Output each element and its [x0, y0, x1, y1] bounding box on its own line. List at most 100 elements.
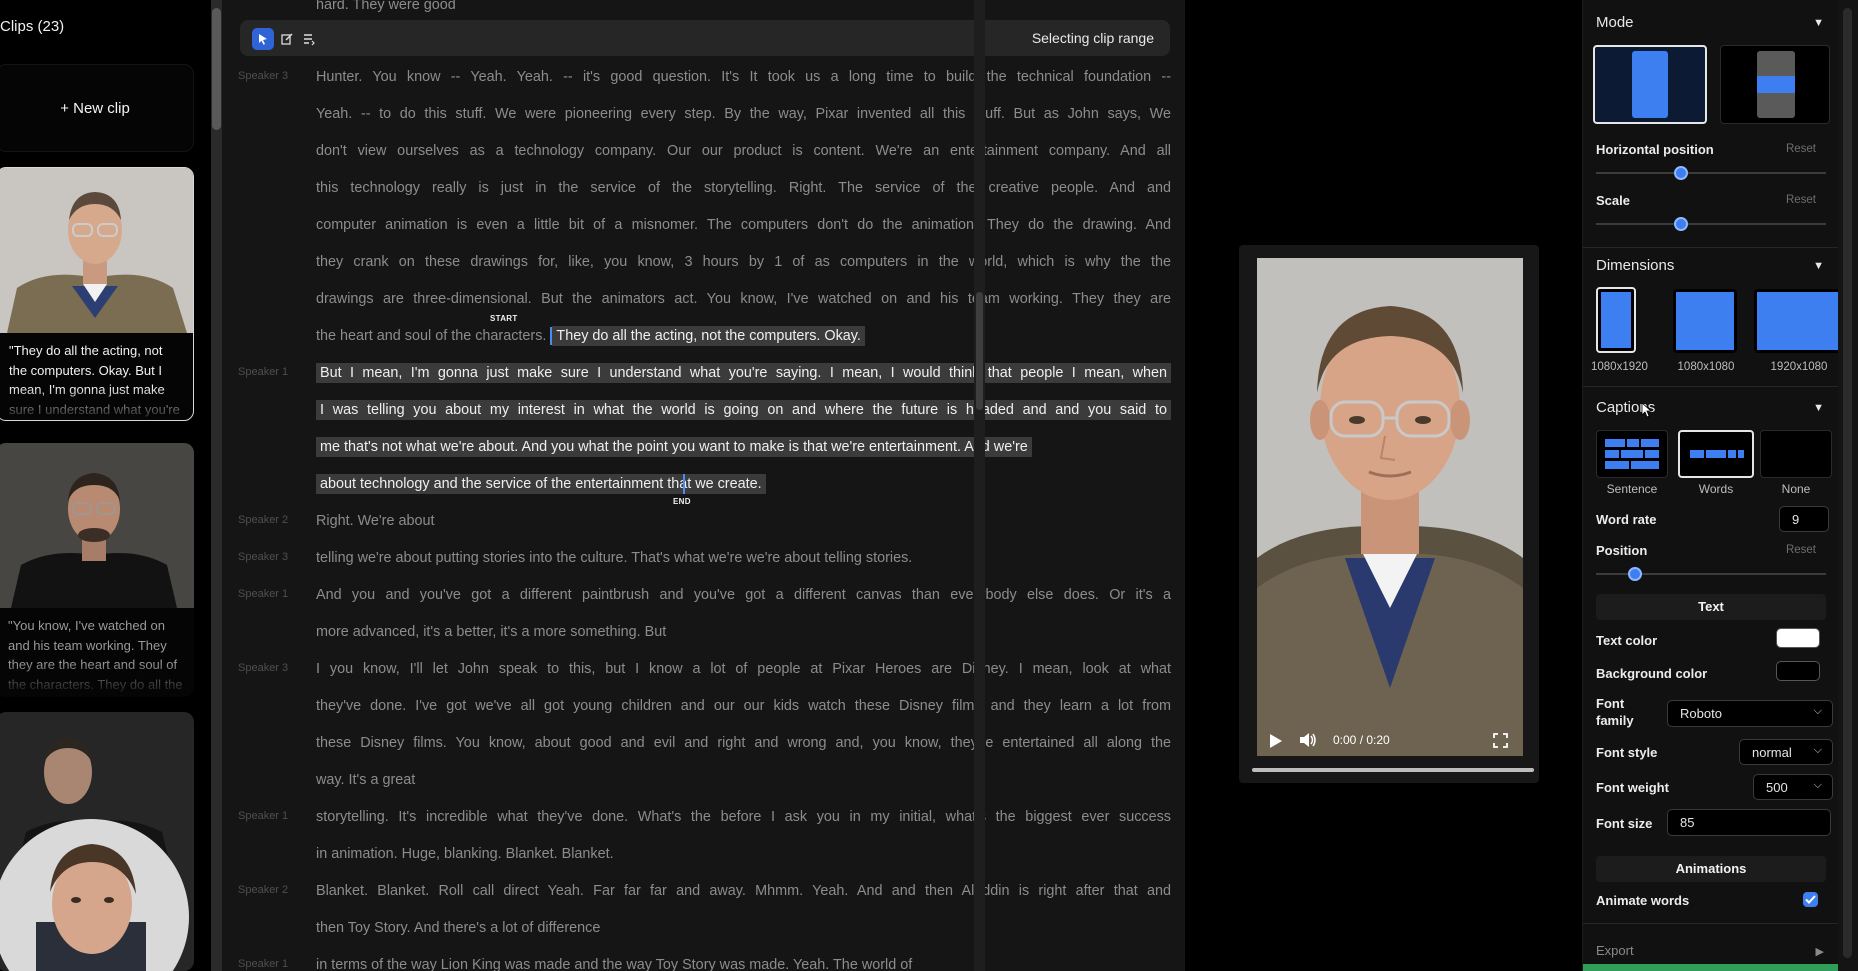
word-rate-input[interactable]: 9	[1779, 506, 1829, 532]
transcript-line[interactable]: in animation. Huge, blanking. Blanket. B…	[222, 843, 1185, 865]
transcript-line[interactable]: Speaker 1 But I mean, I'm gonna just make…	[222, 362, 1185, 384]
animate-words-checkbox[interactable]	[1803, 892, 1818, 907]
clip-card-3[interactable]	[0, 712, 194, 971]
transcript-line[interactable]: Speaker 1 storytelling. It's incredible w…	[222, 806, 1185, 828]
transcript-line[interactable]: Speaker 1 And you and you've got a differ…	[222, 584, 1185, 606]
clip-card-2[interactable]: "You know, I've watched on and his team …	[0, 443, 194, 697]
new-clip-button[interactable]: + New clip	[0, 64, 194, 152]
dimensions-collapse-icon[interactable]: ▼	[1813, 260, 1824, 272]
selected-text[interactable]: about technology and the service of the …	[316, 474, 766, 494]
transcript-text[interactable]: storytelling. It's incredible what they'…	[316, 806, 1171, 828]
start-caret[interactable]	[550, 327, 553, 346]
font-weight-select[interactable]: 500 ⌵	[1753, 774, 1833, 800]
selected-text[interactable]: me that's not what we're about. And you …	[316, 437, 1032, 457]
selected-text[interactable]: But I mean, I'm gonna just make sure I u…	[316, 363, 1171, 383]
transcript-line[interactable]: Speaker 3 telling we're about putting sto…	[222, 547, 1185, 569]
transcript-line[interactable]: Yeah. -- to do this stuff. We were pione…	[222, 103, 1185, 125]
horizontal-position-reset[interactable]: Reset	[1786, 143, 1816, 155]
transcript-text[interactable]: Blanket. Blanket. Roll call direct Yeah.…	[316, 880, 1171, 902]
transcript-line[interactable]: I was telling you about my interest in w…	[222, 399, 1185, 421]
end-marker[interactable]: END	[673, 497, 691, 506]
transcript-text[interactable]: don't view ourselves as a technology com…	[316, 140, 1171, 162]
transcript-line[interactable]: Speaker 1 in terms of the way Lion King w…	[222, 954, 1185, 971]
transcript-line[interactable]: Speaker 2 Right. We're about	[222, 510, 1185, 532]
captions-option-sentence[interactable]	[1596, 430, 1668, 478]
captions-option-words[interactable]	[1678, 430, 1754, 478]
dimension-option-landscape[interactable]	[1754, 289, 1848, 353]
transcript-text[interactable]: drawings are three-dimensional. But the …	[316, 288, 1171, 310]
transcript-text[interactable]: But I mean, I'm gonna just make sure I u…	[316, 362, 1171, 384]
transcript-line[interactable]: Speaker 2 Blanket. Blanket. Roll call dir…	[222, 880, 1185, 902]
mode-option-split[interactable]	[1720, 45, 1830, 124]
background-color-swatch[interactable]	[1776, 661, 1820, 681]
transcript-text[interactable]: telling we're about putting stories into…	[316, 547, 1171, 569]
transcript-line[interactable]: computer animation is even a little bit …	[222, 214, 1185, 236]
play-icon[interactable]	[1269, 733, 1283, 749]
transcript-text[interactable]: these Disney films. You know, about good…	[316, 732, 1171, 754]
selected-text[interactable]: They do all the acting, not the computer…	[552, 326, 865, 346]
transcript-text[interactable]: me that's not what we're about. And you …	[316, 436, 1171, 458]
text-color-swatch[interactable]	[1776, 628, 1820, 648]
transcript-line[interactable]: then Toy Story. And there's a lot of dif…	[222, 917, 1185, 939]
transcript-text[interactable]: they crank on these drawings for, like, …	[316, 251, 1171, 273]
transcript-text[interactable]: in terms of the way Lion King was made a…	[316, 954, 1171, 971]
select-range-button[interactable]	[252, 28, 274, 50]
transcript-line[interactable]: they've done. I've got we've all got you…	[222, 695, 1185, 717]
caption-position-knob[interactable]	[1628, 567, 1643, 581]
transcript-text[interactable]: then Toy Story. And there's a lot of dif…	[316, 917, 1171, 939]
selected-text[interactable]: I was telling you about my interest in w…	[316, 400, 1171, 420]
horizontal-position-knob[interactable]	[1674, 166, 1689, 180]
export-expand-icon[interactable]: ▶	[1816, 945, 1824, 958]
transcript-text[interactable]: hard. They were good	[316, 0, 1171, 16]
font-style-select[interactable]: normal ⌵	[1739, 739, 1833, 765]
clips-scrollbar[interactable]	[211, 0, 222, 971]
start-marker[interactable]: START	[490, 314, 518, 323]
mode-option-fill[interactable]	[1593, 45, 1707, 124]
list-button[interactable]	[298, 28, 320, 50]
settings-scrollbar[interactable]	[1838, 0, 1858, 971]
transcript-text[interactable]: in animation. Huge, blanking. Blanket. B…	[316, 843, 1171, 865]
captions-collapse-icon[interactable]: ▼	[1813, 402, 1824, 414]
transcript-line[interactable]: the heart and soul of the characters. Th…	[222, 325, 1185, 347]
transcript-text[interactable]: Yeah. -- to do this stuff. We were pione…	[316, 103, 1171, 125]
fullscreen-icon[interactable]	[1493, 733, 1508, 748]
transcript-line[interactable]: this technology really is just in the se…	[222, 177, 1185, 199]
end-caret[interactable]	[683, 474, 685, 494]
transcript-text[interactable]: about technology and the service of the …	[316, 473, 1171, 495]
scale-reset[interactable]: Reset	[1786, 194, 1816, 206]
transcript-line[interactable]: Speaker 3 I you know, I'll let John speak…	[222, 658, 1185, 680]
transcript-line[interactable]: about technology and the service of the …	[222, 473, 1185, 495]
clip-card-1[interactable]: "They do all the acting, not the compute…	[0, 167, 194, 421]
transcript-text[interactable]: they've done. I've got we've all got you…	[316, 695, 1171, 717]
transcript-line[interactable]: more advanced, it's a better, it's a mor…	[222, 621, 1185, 643]
transcript-line[interactable]: these Disney films. You know, about good…	[222, 732, 1185, 754]
clips-scrollbar-thumb[interactable]	[212, 8, 221, 130]
transcript-line[interactable]: hard. They were good	[222, 0, 1185, 16]
transcript-text[interactable]: the heart and soul of the characters. Th…	[316, 325, 1171, 347]
transcript-line[interactable]: Speaker 3 Hunter. You know -- Yeah. Yeah.…	[222, 66, 1185, 88]
volume-icon[interactable]	[1299, 732, 1317, 748]
transcript-line[interactable]: way. It's a great	[222, 769, 1185, 791]
edit-button[interactable]	[276, 28, 298, 50]
transcript-text[interactable]: I was telling you about my interest in w…	[316, 399, 1171, 421]
settings-scrollbar-thumb[interactable]	[1843, 8, 1852, 958]
caption-position-reset[interactable]: Reset	[1786, 544, 1816, 556]
font-family-select[interactable]: Roboto ⌵	[1667, 700, 1833, 727]
horizontal-position-slider[interactable]	[1596, 166, 1826, 180]
video-progress-bar[interactable]	[1252, 768, 1534, 772]
scale-knob[interactable]	[1674, 217, 1689, 231]
transcript-text[interactable]: way. It's a great	[316, 769, 1171, 791]
export-section-title[interactable]: Export	[1596, 943, 1634, 958]
transcript-text[interactable]: this technology really is just in the se…	[316, 177, 1171, 199]
transcript-scrollbar[interactable]	[974, 0, 985, 971]
caption-position-slider[interactable]	[1596, 567, 1826, 581]
transcript-line[interactable]: me that's not what we're about. And you …	[222, 436, 1185, 458]
transcript-text[interactable]: And you and you've got a different paint…	[316, 584, 1171, 606]
dimension-option-portrait[interactable]	[1596, 287, 1636, 353]
scale-slider[interactable]	[1596, 217, 1826, 231]
transcript-line[interactable]: they crank on these drawings for, like, …	[222, 251, 1185, 273]
transcript-scrollbar-thumb[interactable]	[976, 292, 983, 410]
dimension-option-square[interactable]	[1673, 289, 1737, 353]
transcript-line[interactable]: don't view ourselves as a technology com…	[222, 140, 1185, 162]
transcript-text[interactable]: Hunter. You know -- Yeah. Yeah. -- it's …	[316, 66, 1171, 88]
